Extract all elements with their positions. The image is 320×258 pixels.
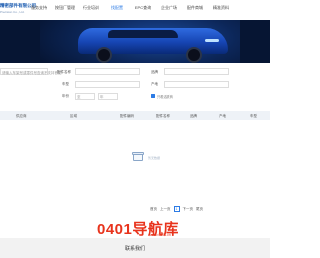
car-headlight xyxy=(205,39,219,42)
year-from-select[interactable]: 至 xyxy=(75,92,95,100)
column-brand[interactable]: 品牌 xyxy=(190,114,197,119)
model-select[interactable] xyxy=(75,80,140,88)
nav-item-mall[interactable]: 配件商城 xyxy=(182,5,208,11)
model-label: 车型 xyxy=(62,82,69,86)
nav-item-factory[interactable]: 按钮厂管理 xyxy=(52,5,78,11)
brand-select[interactable] xyxy=(164,68,229,75)
car-wheel-front xyxy=(186,47,202,63)
pager-last-button[interactable]: 尾页 xyxy=(196,207,203,212)
nav-item-docs[interactable]: 精准资料 xyxy=(208,5,234,11)
brand-label: 品牌 xyxy=(151,69,158,74)
origin-label: 产地 xyxy=(151,82,158,86)
car-window xyxy=(108,30,178,38)
column-origin[interactable]: 产地 xyxy=(219,114,226,119)
footer: 联系我们 xyxy=(0,238,270,258)
nav-item-epc[interactable]: EPC查询 xyxy=(130,5,156,11)
column-part-code[interactable]: 配件编码 xyxy=(120,114,134,119)
pager-first-button[interactable]: 首页 xyxy=(150,207,157,212)
site-watermark-url: www.0401.cn xyxy=(150,233,171,237)
column-region[interactable]: 区域 xyxy=(70,114,77,119)
part-name-input[interactable] xyxy=(75,68,140,75)
pager-current-page[interactable]: 1 xyxy=(173,206,180,212)
pagination: 首页 上一页 1 下一页 尾页 xyxy=(150,206,206,212)
year-to-select[interactable]: 年 xyxy=(98,92,118,100)
part-name-label: 配件名称 xyxy=(57,69,71,74)
active-only-checkbox[interactable] xyxy=(151,94,155,98)
footer-contact-title: 联系我们 xyxy=(124,246,145,252)
year-label: 年份 xyxy=(62,94,69,98)
hero-banner xyxy=(0,20,270,63)
active-only-label: 只看活跃商 xyxy=(157,95,173,100)
search-form: 请输入车架号或零件号查询不支持首配 配件名称 品牌 车型 产地 年份 至 年 只… xyxy=(0,64,270,104)
nav-item-training[interactable]: 行业培训 xyxy=(78,5,104,11)
nav-item-find-config[interactable]: 找配置 xyxy=(104,5,130,11)
vin-search-input[interactable]: 请输入车架号或零件号查询不支持首配 xyxy=(0,68,62,75)
column-model[interactable]: 车型 xyxy=(250,114,257,119)
column-part-name[interactable]: 配件名称 xyxy=(156,114,170,119)
origin-select[interactable] xyxy=(164,80,229,88)
results-table-header: 供应商 区域 配件编码 配件名称 品牌 产地 车型 xyxy=(0,111,270,120)
pager-next-button[interactable]: 下一页 xyxy=(183,207,194,212)
empty-box-icon xyxy=(133,154,143,161)
empty-state-text: 暂无数据 xyxy=(148,156,161,160)
company-logo-subtext: Precision Co., Ltd. xyxy=(0,10,25,14)
nav-item-plaza[interactable]: 企业广场 xyxy=(156,5,182,11)
nav-item-service[interactable]: 服务支持 xyxy=(26,5,52,11)
main-nav: 服务支持 按钮厂管理 行业培训 找配置 EPC查询 企业广场 配件商城 精准资料 xyxy=(26,5,234,11)
pager-prev-button[interactable]: 上一页 xyxy=(160,207,171,212)
top-header: 精密部件有限公司 Precision Co., Ltd. 服务支持 按钮厂管理 … xyxy=(0,0,270,20)
column-supplier[interactable]: 供应商 xyxy=(16,114,27,119)
car-wheel-rear xyxy=(96,47,112,63)
